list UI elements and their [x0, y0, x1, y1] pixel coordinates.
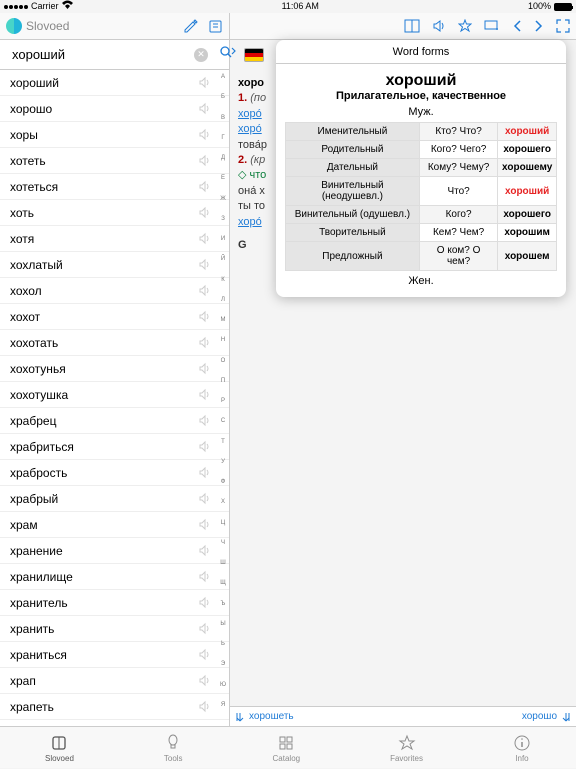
- audio-icon[interactable]: [432, 19, 446, 33]
- list-item[interactable]: хранить: [0, 616, 229, 642]
- speaker-icon[interactable]: [198, 76, 211, 89]
- tab-info[interactable]: Info: [513, 734, 531, 763]
- speaker-icon[interactable]: [198, 648, 211, 661]
- popup-subtitle: Прилагательное, качественное: [276, 90, 566, 102]
- list-item[interactable]: храпеть: [0, 694, 229, 720]
- list-item[interactable]: хотеть: [0, 148, 229, 174]
- next-word-link[interactable]: хорошо: [522, 711, 570, 722]
- nav-prev-icon[interactable]: [512, 19, 522, 33]
- speaker-icon[interactable]: [198, 154, 211, 167]
- tab-tools[interactable]: Tools: [164, 734, 183, 763]
- speaker-icon[interactable]: [198, 310, 211, 323]
- search-input[interactable]: [6, 44, 194, 66]
- list-item[interactable]: хохлатый: [0, 252, 229, 278]
- footer-links: хорошеть хорошо: [230, 706, 576, 726]
- list-item[interactable]: храбрый: [0, 486, 229, 512]
- speaker-icon[interactable]: [198, 180, 211, 193]
- list-item[interactable]: храбрец: [0, 408, 229, 434]
- list-item[interactable]: храбриться: [0, 434, 229, 460]
- book-icon[interactable]: [208, 19, 223, 34]
- speaker-icon[interactable]: [198, 414, 211, 427]
- search-swap-icon[interactable]: [220, 45, 236, 64]
- speaker-icon[interactable]: [198, 102, 211, 115]
- battery-percent: 100%: [528, 0, 551, 13]
- list-item[interactable]: храниться: [0, 642, 229, 668]
- speaker-icon[interactable]: [198, 544, 211, 557]
- status-bar: Carrier 11:06 AM 100%: [0, 0, 576, 13]
- nav-next-icon[interactable]: [534, 19, 544, 33]
- speaker-icon[interactable]: [198, 128, 211, 141]
- alpha-index[interactable]: АБВГДЕЖЗИЙКЛМНОПРСТУФХЦЧШЩЪЫЬЭЮЯ: [217, 70, 229, 726]
- list-item[interactable]: хорошо: [0, 96, 229, 122]
- tab-catalog[interactable]: Catalog: [273, 734, 301, 763]
- speaker-icon[interactable]: [198, 492, 211, 505]
- list-item[interactable]: хохотушка: [0, 382, 229, 408]
- grammar-table: ИменительныйКто? Что?хорошийРодительныйК…: [285, 122, 558, 271]
- app-name: Slovoed: [26, 19, 69, 33]
- tab-bar: Slovoed Tools Catalog Favorites Info: [0, 726, 576, 768]
- speaker-icon[interactable]: [198, 518, 211, 531]
- list-item[interactable]: хоры: [0, 122, 229, 148]
- speaker-icon[interactable]: [198, 284, 211, 297]
- language-flag[interactable]: [244, 48, 264, 62]
- speaker-icon[interactable]: [198, 700, 211, 713]
- wifi-icon: [62, 0, 73, 13]
- sidebar: хорошийхорошохорыхотетьхотетьсяхотьхотях…: [0, 70, 230, 726]
- list-item[interactable]: хохот: [0, 304, 229, 330]
- list-item[interactable]: хотеться: [0, 174, 229, 200]
- list-item[interactable]: храп: [0, 668, 229, 694]
- speaker-icon[interactable]: [198, 362, 211, 375]
- prev-word-link[interactable]: хорошеть: [236, 711, 294, 722]
- speaker-icon[interactable]: [198, 570, 211, 583]
- speaker-icon[interactable]: [198, 232, 211, 245]
- clock: 11:06 AM: [282, 0, 319, 13]
- layout-icon[interactable]: [404, 19, 420, 33]
- word-list[interactable]: хорошийхорошохорыхотетьхотетьсяхотьхотях…: [0, 70, 229, 726]
- clear-icon[interactable]: ✕: [194, 48, 208, 62]
- word-forms-popup: Word forms хороший Прилагательное, качес…: [276, 40, 566, 297]
- speaker-icon[interactable]: [198, 466, 211, 479]
- pencil-icon[interactable]: [183, 19, 198, 34]
- popup-headword: хороший: [276, 72, 566, 90]
- speaker-icon[interactable]: [198, 206, 211, 219]
- list-item[interactable]: хороший: [0, 70, 229, 96]
- app-logo: [6, 18, 22, 34]
- app-header: Slovoed: [0, 13, 576, 40]
- list-item[interactable]: хотя: [0, 226, 229, 252]
- expand-icon[interactable]: [556, 19, 570, 33]
- speaker-icon[interactable]: [198, 622, 211, 635]
- popup-gender-masc: Муж.: [276, 106, 566, 118]
- speaker-icon[interactable]: [198, 336, 211, 349]
- list-item[interactable]: хранение: [0, 538, 229, 564]
- star-icon[interactable]: [458, 19, 472, 33]
- card-icon[interactable]: [484, 19, 500, 33]
- speaker-icon[interactable]: [198, 596, 211, 609]
- list-item[interactable]: храм: [0, 512, 229, 538]
- speaker-icon[interactable]: [198, 440, 211, 453]
- list-item[interactable]: хранитель: [0, 590, 229, 616]
- list-item[interactable]: хохотунья: [0, 356, 229, 382]
- battery-icon: [554, 3, 572, 11]
- speaker-icon[interactable]: [198, 674, 211, 687]
- speaker-icon[interactable]: [198, 388, 211, 401]
- tab-favorites[interactable]: Favorites: [390, 734, 423, 763]
- popup-gender-fem: Жен.: [276, 275, 566, 287]
- search-row: ✕: [0, 40, 230, 70]
- list-item[interactable]: хохол: [0, 278, 229, 304]
- list-item[interactable]: хохотать: [0, 330, 229, 356]
- list-item[interactable]: храбрость: [0, 460, 229, 486]
- list-item[interactable]: хоть: [0, 200, 229, 226]
- carrier-label: Carrier: [31, 0, 59, 13]
- list-item[interactable]: хранилище: [0, 564, 229, 590]
- speaker-icon[interactable]: [198, 258, 211, 271]
- popup-title: Word forms: [276, 40, 566, 64]
- tab-slovoed[interactable]: Slovoed: [45, 734, 74, 763]
